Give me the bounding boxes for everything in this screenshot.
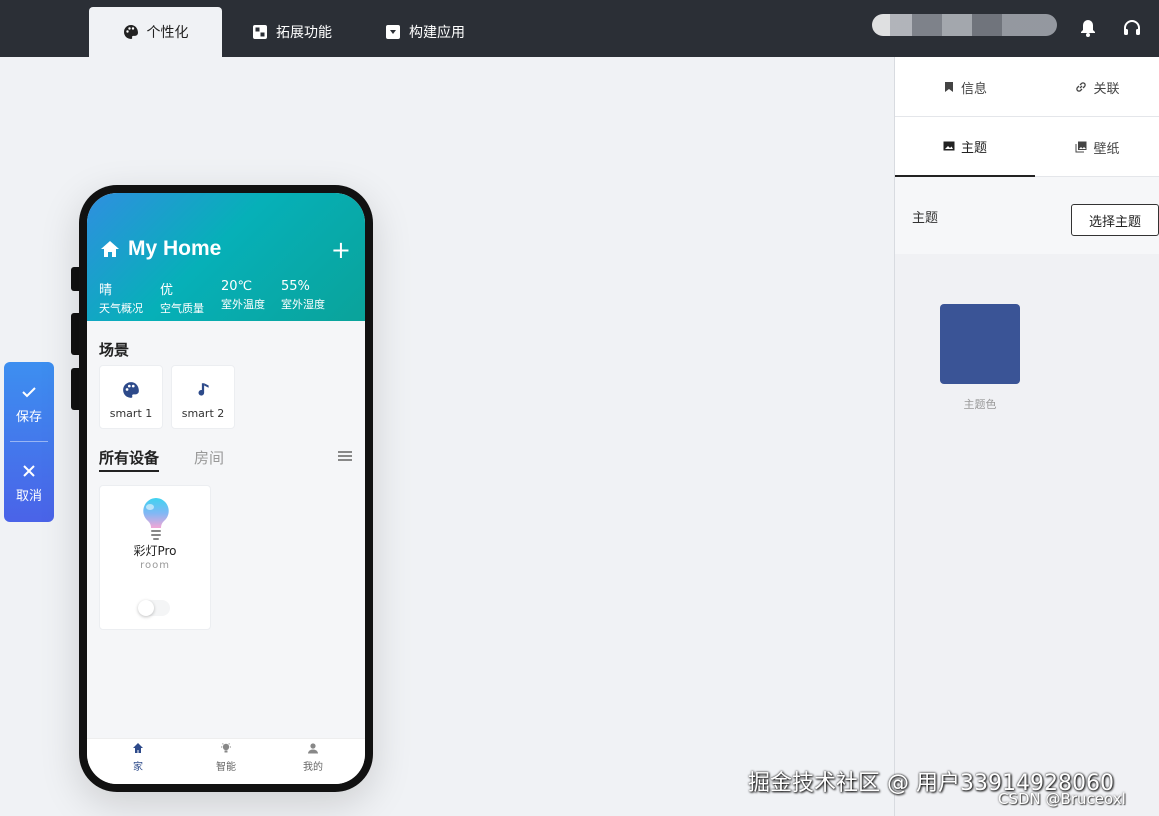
headset-icon[interactable] xyxy=(1121,17,1143,39)
tab-label: 拓展功能 xyxy=(276,25,332,41)
phone-screen: My Home + 晴 天气概况 优 空气质量 20℃ 室外温度 55% 室外湿… xyxy=(87,193,365,784)
gallery-icon xyxy=(1075,141,1087,153)
nav-home[interactable]: 家 xyxy=(108,742,168,773)
bulb-icon xyxy=(221,743,231,753)
link-icon xyxy=(1076,82,1087,92)
tab-rooms[interactable]: 房间 xyxy=(194,447,224,468)
phone-preview: My Home + 晴 天气概况 优 空气质量 20℃ 室外温度 55% 室外湿… xyxy=(79,185,373,792)
weather-value: 优 xyxy=(160,283,174,298)
tab-all-devices[interactable]: 所有设备 xyxy=(99,447,160,472)
tab-wallpaper[interactable]: 壁纸 xyxy=(1035,117,1159,177)
tab-extensions[interactable]: 拓展功能 xyxy=(232,7,352,57)
weather-label: 天气概况 xyxy=(99,302,143,315)
scene-label: smart 1 xyxy=(109,407,153,420)
theme-section: 主题 选择主题 xyxy=(895,177,1159,254)
palette-icon xyxy=(123,382,139,398)
home-title: My Home xyxy=(128,237,222,260)
box-icon xyxy=(386,25,400,39)
music-note-icon xyxy=(198,383,209,396)
divider xyxy=(10,441,48,442)
properties-panel: 信息 关联 主题 壁纸 主题 选择主题 主题色 xyxy=(894,57,1159,816)
device-room: room xyxy=(140,560,170,571)
weather-label: 室外温度 xyxy=(221,298,265,311)
top-bar: 个性化 拓展功能 构建应用 xyxy=(0,0,1159,57)
tab-label: 个性化 xyxy=(146,25,189,41)
device-card[interactable]: 彩灯Pro room xyxy=(99,485,211,630)
puzzle-icon xyxy=(253,25,267,39)
weather-label: 空气质量 xyxy=(160,302,204,315)
panel-tabs-row: 信息 关联 xyxy=(895,57,1159,117)
weather-item: 优 空气质量 xyxy=(160,279,204,316)
tab-label: 壁纸 xyxy=(1093,141,1120,157)
nav-smart[interactable]: 智能 xyxy=(196,742,256,773)
check-icon xyxy=(22,387,36,398)
tab-info[interactable]: 信息 xyxy=(895,57,1035,117)
weather-item: 20℃ 室外温度 xyxy=(221,279,265,312)
cancel-button[interactable]: 取消 xyxy=(4,463,54,504)
tab-label: 构建应用 xyxy=(409,25,465,41)
panel-tabs-row: 主题 壁纸 xyxy=(895,117,1159,177)
tab-label: 关联 xyxy=(1093,81,1120,97)
user-account-blurred[interactable] xyxy=(872,14,1057,36)
weather-value: 55% xyxy=(281,279,310,294)
save-button[interactable]: 保存 xyxy=(4,384,54,425)
tab-theme[interactable]: 主题 xyxy=(895,117,1035,177)
tab-personalize[interactable]: 个性化 xyxy=(89,7,222,57)
weather-value: 晴 xyxy=(99,283,113,298)
nav-label: 智能 xyxy=(216,762,236,773)
tab-link[interactable]: 关联 xyxy=(1035,57,1159,117)
bookmark-icon xyxy=(944,82,953,92)
menu-icon[interactable] xyxy=(338,451,352,461)
scene-label: smart 2 xyxy=(181,407,225,420)
palette-icon xyxy=(123,25,138,39)
select-theme-button[interactable]: 选择主题 xyxy=(1071,204,1159,236)
device-name: 彩灯Pro xyxy=(133,544,177,558)
theme-label: 主题 xyxy=(912,211,939,226)
home-icon xyxy=(101,241,119,257)
watermark: CSDN @Bruceoxl xyxy=(998,790,1126,808)
home-header: My Home + 晴 天气概况 优 空气质量 20℃ 室外温度 55% 室外湿… xyxy=(87,193,365,321)
cancel-label: 取消 xyxy=(15,489,42,504)
tab-label: 信息 xyxy=(960,81,987,97)
bell-icon[interactable] xyxy=(1077,17,1099,39)
theme-color-swatch[interactable] xyxy=(940,304,1020,384)
nav-label: 我的 xyxy=(303,762,323,773)
scenes-title: 场景 xyxy=(99,341,130,359)
toggle-knob xyxy=(138,600,154,616)
scene-card[interactable]: smart 1 xyxy=(99,365,163,429)
save-label: 保存 xyxy=(15,410,42,425)
weather-label: 室外湿度 xyxy=(281,298,325,311)
nav-me[interactable]: 我的 xyxy=(283,742,343,773)
swatch-label: 主题色 xyxy=(963,398,997,411)
weather-value: 20℃ xyxy=(221,279,253,294)
nav-label: 家 xyxy=(133,762,143,773)
bulb-icon xyxy=(143,498,169,540)
tab-label: 主题 xyxy=(960,140,987,156)
tab-build-app[interactable]: 构建应用 xyxy=(365,7,485,57)
home-icon xyxy=(133,743,143,753)
scene-card[interactable]: smart 2 xyxy=(171,365,235,429)
plus-icon[interactable]: + xyxy=(331,238,351,262)
save-cancel-panel: 保存 取消 xyxy=(4,362,54,522)
device-power-toggle[interactable] xyxy=(138,600,170,616)
weather-item: 55% 室外湿度 xyxy=(281,279,325,312)
image-icon xyxy=(943,141,955,151)
bottom-nav: 家 智能 我的 xyxy=(87,738,365,784)
close-icon xyxy=(23,465,35,477)
weather-item: 晴 天气概况 xyxy=(99,279,143,316)
user-icon xyxy=(308,743,318,754)
